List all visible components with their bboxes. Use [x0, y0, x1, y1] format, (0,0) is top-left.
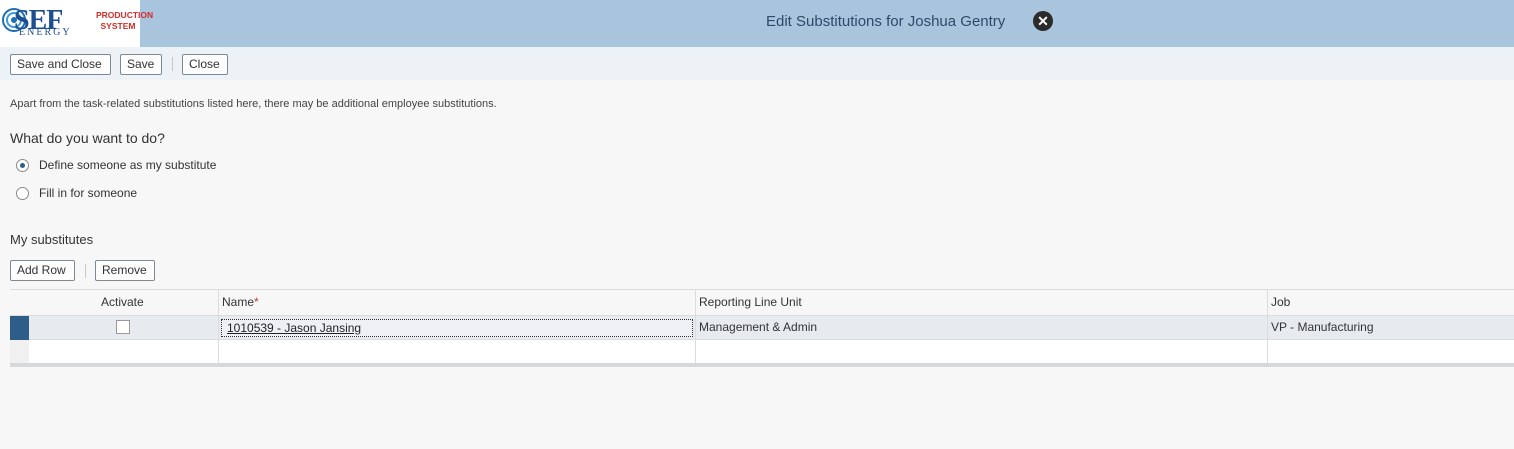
table-row-empty[interactable]: [10, 340, 1514, 363]
page-title: Edit Substitutions for Joshua Gentry: [766, 13, 1006, 30]
table-scrollbar[interactable]: [10, 363, 1514, 367]
question-label: What do you want to do?: [10, 130, 165, 146]
column-header-name-text: Name: [222, 295, 255, 309]
table-toolbar-separator: [85, 264, 86, 278]
add-row-button[interactable]: Add Row: [10, 260, 75, 281]
row-selector[interactable]: [10, 316, 29, 340]
option-label[interactable]: Fill in for someone: [39, 185, 137, 202]
logo-product-line2: SYSTEM: [100, 21, 136, 31]
activate-checkbox[interactable]: [116, 320, 130, 334]
column-header-job[interactable]: Job: [1271, 290, 1290, 316]
column-header-reporting-line-unit[interactable]: Reporting Line Unit: [699, 290, 802, 316]
logo-subtitle: ENERGY: [19, 27, 72, 38]
radio-fill-in[interactable]: [16, 187, 29, 200]
app-header: SEF ENERGY PRODUCTION SYSTEM Edit Substi…: [0, 0, 1514, 47]
substitutes-table: Activate Name* Reporting Line Unit Job 1…: [10, 289, 1514, 367]
section-title: My substitutes: [10, 232, 94, 247]
column-header-name[interactable]: Name*: [222, 290, 259, 316]
table-header: Activate Name* Reporting Line Unit Job: [10, 289, 1514, 316]
column-header-activate[interactable]: Activate: [101, 290, 144, 316]
row-selector-empty[interactable]: [10, 340, 29, 363]
name-field[interactable]: 1010539 - Jason Jansing: [221, 319, 693, 337]
required-marker: *: [254, 295, 259, 309]
job-cell: VP - Manufacturing: [1271, 320, 1374, 334]
toolbar-separator: [172, 57, 173, 71]
save-button[interactable]: Save: [120, 54, 162, 75]
logo-product-name: PRODUCTION SYSTEM: [96, 10, 154, 32]
info-text: Apart from the task-related substitution…: [10, 98, 497, 110]
remove-button[interactable]: Remove: [95, 260, 155, 281]
close-button[interactable]: Close: [182, 54, 228, 75]
company-logo: SEF ENERGY PRODUCTION SYSTEM: [0, 0, 154, 47]
close-icon[interactable]: ✕: [1033, 11, 1053, 31]
radio-define-substitute[interactable]: [16, 159, 29, 172]
option-label[interactable]: Define someone as my substitute: [39, 157, 216, 174]
save-and-close-button[interactable]: Save and Close: [10, 54, 111, 75]
reporting-line-unit-cell: Management & Admin: [699, 320, 818, 334]
column-divider: [218, 289, 219, 363]
toolbar: Save and Close Save Close: [0, 47, 1514, 80]
logo-product-line1: PRODUCTION: [96, 10, 154, 20]
column-divider: [1267, 289, 1268, 363]
column-divider: [695, 289, 696, 363]
